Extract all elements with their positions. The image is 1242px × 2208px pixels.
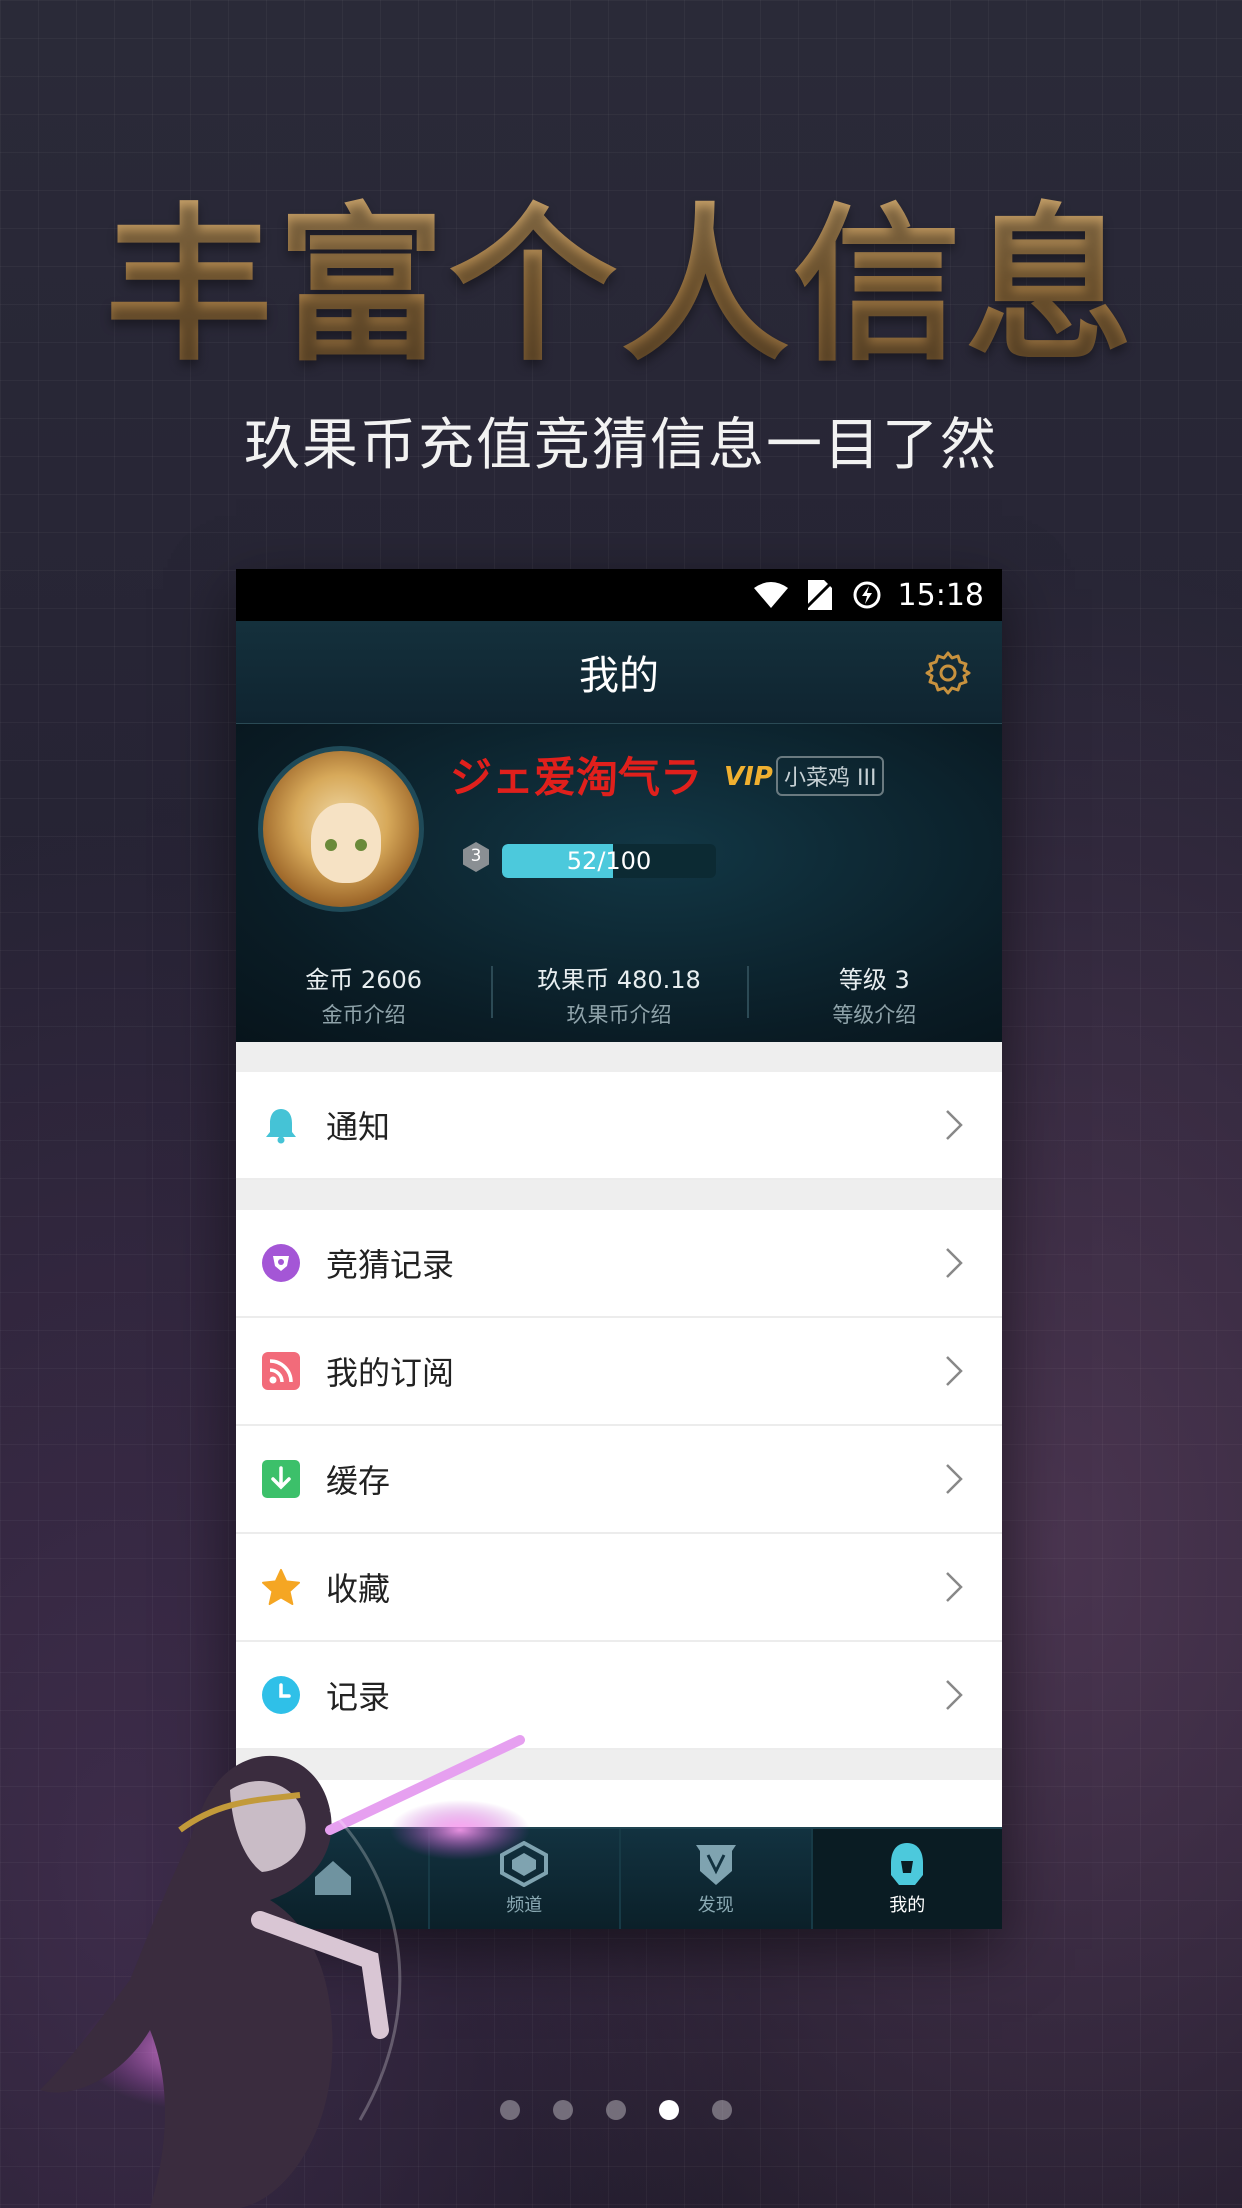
tab-mine[interactable]: 我的: [810, 1829, 1002, 1929]
stat-gold[interactable]: 金币 2606 金币介绍: [236, 952, 491, 1032]
chevron-right-icon: [946, 1464, 963, 1494]
avatar[interactable]: [258, 746, 424, 912]
page-indicator: [500, 2100, 732, 2120]
stat-label: 玖果币介绍: [566, 1003, 672, 1027]
section-divider: [236, 1042, 1002, 1072]
battery-saver-icon: [850, 580, 884, 610]
level-badge: 3: [462, 842, 490, 872]
page-dot[interactable]: [606, 2100, 626, 2120]
menu-item-favorites[interactable]: 收藏: [236, 1534, 1002, 1642]
download-icon: [262, 1460, 300, 1498]
app-bar: 我的: [236, 621, 1002, 724]
tab-label: 我的: [889, 1895, 926, 1916]
stat-value: 金币 2606: [305, 966, 423, 994]
chevron-right-icon: [946, 1680, 963, 1710]
stat-value: 等级 3: [838, 966, 910, 994]
chevron-right-icon: [946, 1110, 963, 1140]
menu-item-notify[interactable]: 通知: [236, 1072, 1002, 1180]
bell-icon: [262, 1106, 300, 1144]
chevron-right-icon: [946, 1356, 963, 1386]
menu-item-label: 收藏: [326, 1570, 391, 1608]
menu-item-label: 竞猜记录: [326, 1246, 455, 1284]
star-icon: [262, 1568, 300, 1606]
stat-label: 金币介绍: [321, 1003, 406, 1027]
status-bar: 15:18: [236, 569, 1002, 621]
avatar-eye: [355, 839, 367, 851]
username: ジェ爱淘气ラ: [450, 753, 703, 802]
no-sim-icon: [802, 580, 836, 610]
menu-item-label: 缓存: [326, 1462, 391, 1500]
vip-badge: VIP: [724, 762, 773, 792]
stat-jiuguo-coin[interactable]: 玖果币 480.18 玖果币介绍: [491, 952, 746, 1032]
chevron-right-icon: [946, 1248, 963, 1278]
chevron-right-icon: [946, 1572, 963, 1602]
page-title: 我的: [579, 653, 659, 699]
section-divider: [236, 1180, 1002, 1210]
xp-progress-text: 52/100: [566, 847, 652, 875]
character-illustration: [40, 1735, 530, 2208]
page-dot[interactable]: [712, 2100, 732, 2120]
shield-bet-icon: [262, 1244, 300, 1282]
rss-icon: [262, 1352, 300, 1390]
level-badge-number: 3: [470, 846, 482, 866]
xp-progress-bar: 52/100: [502, 844, 716, 878]
tab-label: 发现: [697, 1895, 734, 1916]
menu-item-label: 我的订阅: [326, 1354, 455, 1392]
menu-item-subscriptions[interactable]: 我的订阅: [236, 1318, 1002, 1426]
status-time: 15:18: [897, 577, 984, 613]
avatar-eye: [325, 839, 337, 851]
promo-headline: 丰富个人信息: [0, 150, 1242, 393]
promo-subline: 玖果币充值竞猜信息一目了然: [244, 413, 998, 478]
menu-item-label: 通知: [326, 1108, 391, 1146]
avatar-face: [311, 803, 381, 883]
gear-icon[interactable]: [924, 649, 972, 697]
stat-level[interactable]: 等级 3 等级介绍: [746, 952, 1002, 1032]
wifi-icon: [753, 580, 788, 610]
stat-value: 玖果币 480.18: [537, 966, 701, 994]
page-dot-active[interactable]: [659, 2100, 679, 2120]
menu-item-cache[interactable]: 缓存: [236, 1426, 1002, 1534]
profile-helmet-icon: [891, 1843, 924, 1885]
profile-header: ジェ爱淘气ラ VIP 小菜鸡 III 3 52/100 金币 2606 金币介绍…: [236, 724, 1002, 1042]
stats-bar: 金币 2606 金币介绍 玖果币 480.18 玖果币介绍 等级 3 等级介绍: [236, 952, 1002, 1032]
menu-item-bet-records[interactable]: 竞猜记录: [236, 1210, 1002, 1318]
discover-icon: [695, 1845, 736, 1885]
page-dot[interactable]: [553, 2100, 573, 2120]
rank-badge: 小菜鸡 III: [776, 756, 885, 796]
stat-label: 等级介绍: [832, 1003, 917, 1027]
tab-discover[interactable]: 发现: [619, 1829, 811, 1929]
page-dot[interactable]: [500, 2100, 520, 2120]
